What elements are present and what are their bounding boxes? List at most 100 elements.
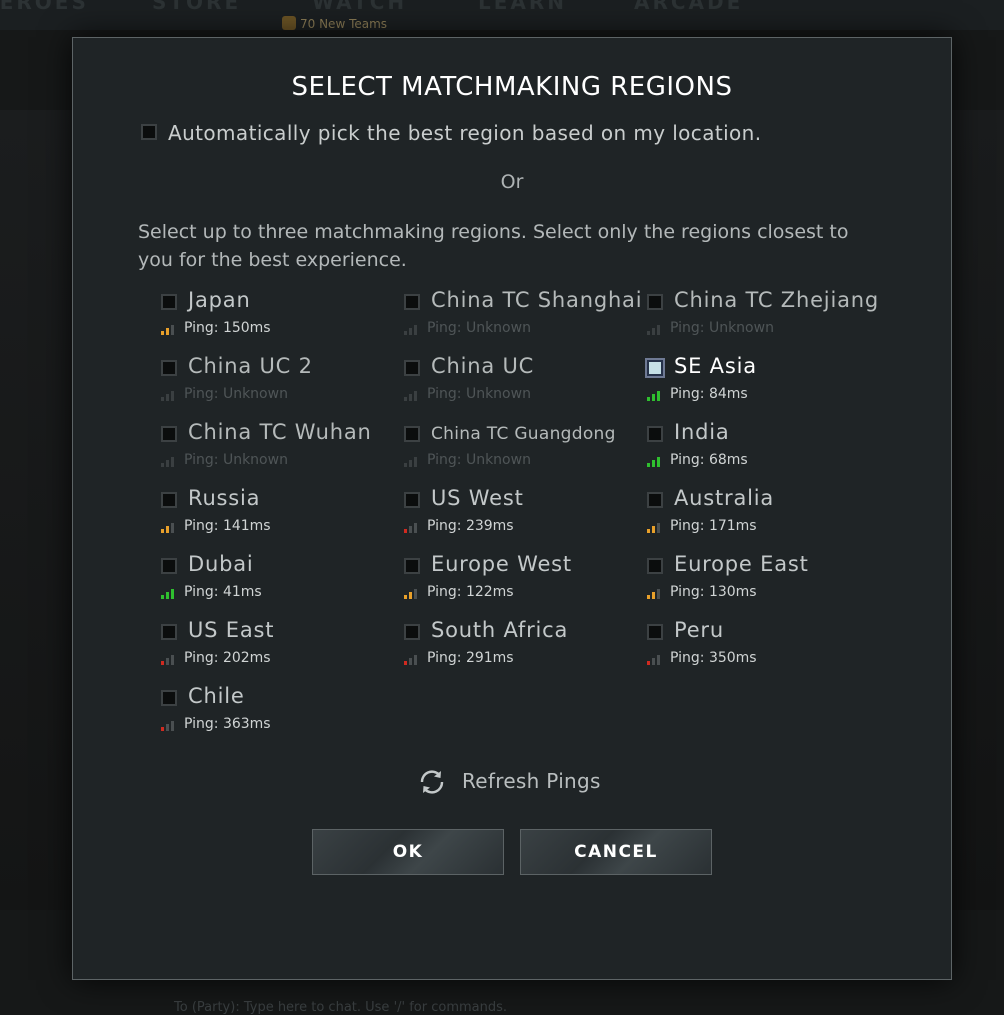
- signal-bar: [166, 724, 169, 731]
- chat-input-hint: To (Party): Type here to chat. Use '/' f…: [174, 1000, 508, 1015]
- region-checkbox[interactable]: [647, 360, 663, 376]
- signal-bar: [409, 526, 412, 533]
- region-ping: Ping: 84ms: [670, 386, 748, 402]
- cancel-button[interactable]: CANCEL: [520, 829, 712, 875]
- region-checkbox[interactable]: [404, 294, 420, 310]
- signal-bar: [166, 328, 169, 335]
- region-ping: Ping: Unknown: [184, 386, 288, 402]
- region-checkbox[interactable]: [161, 690, 177, 706]
- region-checkbox[interactable]: [647, 294, 663, 310]
- signal-bar: [647, 331, 650, 335]
- region-option-india[interactable]: India Ping: 68ms: [647, 420, 887, 480]
- signal-bar: [647, 595, 650, 599]
- region-option-chile[interactable]: Chile Ping: 363ms: [161, 684, 401, 744]
- region-checkbox[interactable]: [404, 492, 420, 508]
- signal-bar: [161, 595, 164, 599]
- ok-button[interactable]: OK: [312, 829, 504, 875]
- region-ping: Ping: Unknown: [184, 452, 288, 468]
- region-name: Europe West: [431, 552, 572, 576]
- signal-bar: [171, 589, 174, 599]
- nav-watch: WATCH: [312, 0, 408, 14]
- region-option-japan[interactable]: Japan Ping: 150ms: [161, 288, 401, 348]
- region-option-us-east[interactable]: US East Ping: 202ms: [161, 618, 401, 678]
- region-option-china-tc-wuhan[interactable]: China TC Wuhan Ping: Unknown: [161, 420, 401, 480]
- nav-store: STORE: [152, 0, 242, 14]
- auto-pick-checkbox[interactable]: [141, 124, 157, 140]
- signal-bar: [166, 394, 169, 401]
- signal-strength-icon: [161, 653, 179, 665]
- region-name: India: [674, 420, 730, 444]
- signal-bar: [652, 658, 655, 665]
- region-ping: Ping: 202ms: [184, 650, 271, 666]
- refresh-pings-label: Refresh Pings: [462, 769, 601, 793]
- region-checkbox[interactable]: [647, 492, 663, 508]
- signal-strength-icon: [404, 521, 422, 533]
- signal-strength-icon: [161, 719, 179, 731]
- region-checkbox[interactable]: [161, 426, 177, 442]
- region-option-china-tc-guangdong[interactable]: China TC Guangdong Ping: Unknown: [404, 420, 644, 480]
- region-option-china-tc-shanghai[interactable]: China TC Shanghai Ping: Unknown: [404, 288, 644, 348]
- region-checkbox[interactable]: [404, 360, 420, 376]
- signal-bar: [161, 529, 164, 533]
- nav-heroes: HEROES: [0, 0, 89, 14]
- signal-bar: [404, 463, 407, 467]
- region-checkbox[interactable]: [161, 294, 177, 310]
- signal-strength-icon: [647, 323, 665, 335]
- region-checkbox[interactable]: [404, 426, 420, 442]
- region-option-peru[interactable]: Peru Ping: 350ms: [647, 618, 887, 678]
- region-option-china-tc-zhejiang[interactable]: China TC Zhejiang Ping: Unknown: [647, 288, 887, 348]
- signal-bar: [404, 397, 407, 401]
- signal-strength-icon: [647, 653, 665, 665]
- region-option-china-uc[interactable]: China UC Ping: Unknown: [404, 354, 644, 414]
- signal-bar: [652, 592, 655, 599]
- matchmaking-regions-dialog: SELECT MATCHMAKING REGIONS Automatically…: [72, 37, 952, 980]
- region-name: Japan: [188, 288, 251, 312]
- signal-bar: [414, 589, 417, 599]
- signal-bar: [414, 655, 417, 665]
- signal-bar: [409, 394, 412, 401]
- region-checkbox[interactable]: [161, 492, 177, 508]
- signal-bar: [652, 328, 655, 335]
- region-checkbox[interactable]: [647, 558, 663, 574]
- region-option-us-west[interactable]: US West Ping: 239ms: [404, 486, 644, 546]
- news-icon: [282, 16, 296, 30]
- region-option-europe-west[interactable]: Europe West Ping: 122ms: [404, 552, 644, 612]
- region-checkbox[interactable]: [161, 558, 177, 574]
- signal-bar: [647, 397, 650, 401]
- region-checkbox[interactable]: [404, 624, 420, 640]
- region-checkbox[interactable]: [161, 360, 177, 376]
- nav-arcade: ARCADE: [634, 0, 744, 14]
- region-checkbox[interactable]: [647, 624, 663, 640]
- signal-bar: [166, 460, 169, 467]
- region-option-south-africa[interactable]: South Africa Ping: 291ms: [404, 618, 644, 678]
- signal-strength-icon: [404, 389, 422, 401]
- region-option-china-uc-2[interactable]: China UC 2 Ping: Unknown: [161, 354, 401, 414]
- signal-bar: [657, 391, 660, 401]
- region-name: Chile: [188, 684, 245, 708]
- background-right-panel: [952, 110, 1004, 910]
- region-checkbox[interactable]: [647, 426, 663, 442]
- region-ping: Ping: 291ms: [427, 650, 514, 666]
- signal-bar: [409, 658, 412, 665]
- signal-bar: [657, 457, 660, 467]
- region-option-europe-east[interactable]: Europe East Ping: 130ms: [647, 552, 887, 612]
- signal-bar: [657, 655, 660, 665]
- signal-strength-icon: [404, 323, 422, 335]
- region-name: Europe East: [674, 552, 809, 576]
- signal-bar: [409, 460, 412, 467]
- signal-bar: [404, 529, 407, 533]
- signal-bar: [161, 397, 164, 401]
- signal-strength-icon: [161, 323, 179, 335]
- region-option-dubai[interactable]: Dubai Ping: 41ms: [161, 552, 401, 612]
- region-option-se-asia[interactable]: SE Asia Ping: 84ms: [647, 354, 887, 414]
- region-ping: Ping: 122ms: [427, 584, 514, 600]
- region-checkbox[interactable]: [404, 558, 420, 574]
- region-option-australia[interactable]: Australia Ping: 171ms: [647, 486, 887, 546]
- refresh-icon: [420, 770, 444, 794]
- signal-bar: [652, 526, 655, 533]
- region-option-russia[interactable]: Russia Ping: 141ms: [161, 486, 401, 546]
- region-checkbox[interactable]: [161, 624, 177, 640]
- news-text: 70 New Teams: [300, 17, 388, 31]
- signal-bar: [171, 721, 174, 731]
- signal-strength-icon: [647, 587, 665, 599]
